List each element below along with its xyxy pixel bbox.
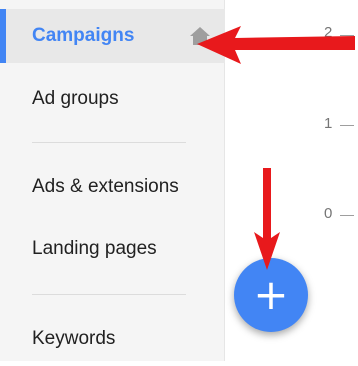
y-tick-label: 2: [324, 24, 333, 41]
sidebar-item-label: Landing pages: [32, 238, 157, 259]
y-tick-label: 1: [324, 115, 333, 132]
sidebar-item-label: Ads & extensions: [32, 176, 179, 197]
add-button[interactable]: +: [234, 258, 308, 332]
sidebar-item-keywords[interactable]: Keywords: [0, 312, 225, 366]
home-icon[interactable]: [189, 26, 211, 46]
sidebar-item-label: Ad groups: [32, 88, 119, 109]
y-tick-mark: [340, 215, 354, 216]
sidebar-item-campaigns[interactable]: Campaigns: [0, 9, 225, 63]
sidebar-nav: Campaigns Ad groups Ads & extensions Lan…: [0, 0, 225, 361]
sidebar-item-ad-groups[interactable]: Ad groups: [0, 72, 225, 126]
plus-icon: +: [253, 270, 289, 319]
divider: [32, 294, 186, 295]
sidebar-item-label: Keywords: [32, 328, 116, 349]
sidebar-item-ads-extensions[interactable]: Ads & extensions: [0, 160, 225, 214]
sidebar-item-landing-pages[interactable]: Landing pages: [0, 222, 225, 276]
divider: [32, 142, 186, 143]
active-indicator: [0, 9, 6, 63]
sidebar-item-label: Campaigns: [32, 25, 135, 46]
y-tick-label: 0: [324, 205, 333, 222]
y-tick-mark: [340, 125, 354, 126]
y-tick-mark: [340, 35, 354, 36]
